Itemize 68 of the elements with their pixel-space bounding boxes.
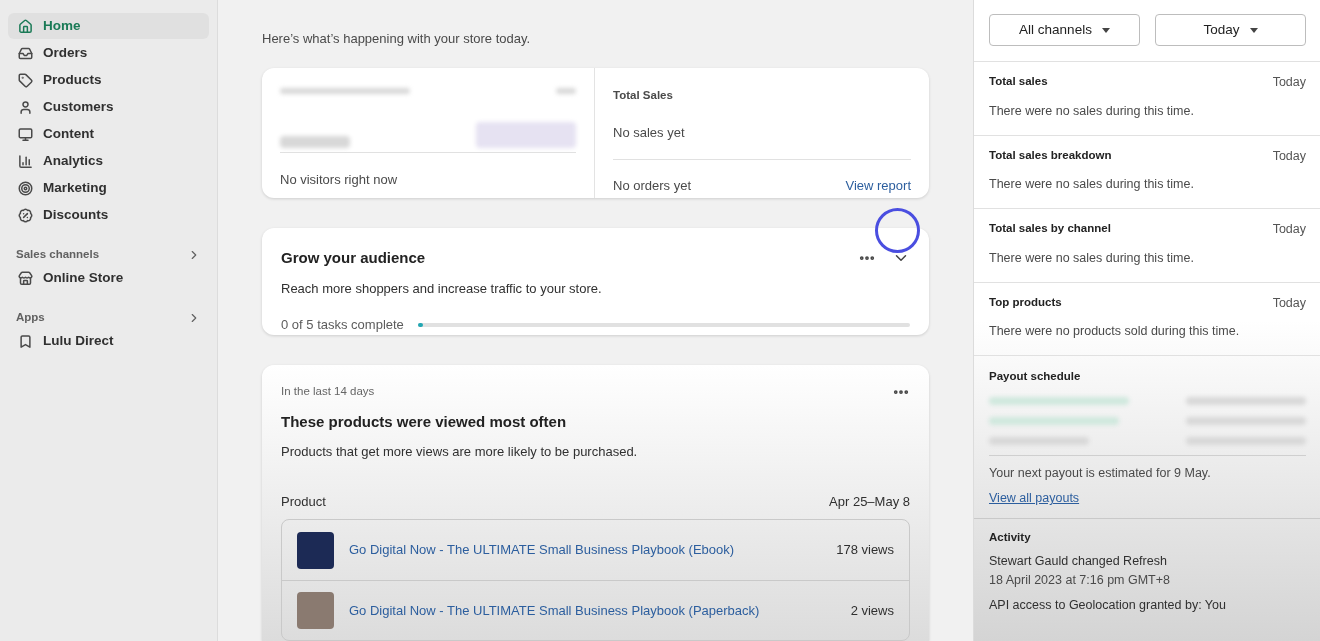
report-message: There were no products sold during this time. (989, 323, 1241, 341)
nav-item[interactable]: Content (8, 121, 209, 147)
nav-item[interactable]: Lulu Direct (8, 328, 209, 354)
tag-icon (18, 72, 33, 88)
section-title: Sales channels (16, 247, 100, 263)
product-link[interactable]: Go Digital Now - The ULTIMATE Small Business Playbook (Paperback) (349, 600, 760, 621)
card-description: Reach more shoppers and increase traffic to your store. (281, 279, 603, 298)
nav-item[interactable]: Analytics (8, 148, 209, 174)
nav-item[interactable]: Discounts (8, 202, 209, 228)
nav-item[interactable]: Customers (8, 94, 209, 120)
activity-time: 18 April 2023 at 7:16 pm GMT+8 (989, 571, 1171, 589)
home-icon (18, 18, 33, 34)
monitor-icon (18, 126, 33, 142)
caret-down-icon (1101, 27, 1110, 33)
nav-item[interactable]: Home (8, 13, 209, 39)
product-thumbnail (297, 531, 334, 569)
card-title: Total Sales (613, 87, 674, 103)
report-title: Top products (989, 294, 1062, 310)
nav-item[interactable]: Products (8, 67, 209, 93)
target-icon (18, 180, 33, 196)
inbox-icon (18, 45, 33, 61)
intro-text: Here’s what’s happening with your store today. (262, 30, 532, 48)
card-title: These products were viewed most often (281, 411, 568, 432)
report-period: Today (1272, 221, 1306, 238)
report-period: Today (1272, 147, 1306, 165)
column-header: Apr 25–May 8 (829, 492, 910, 511)
orders-text: No orders yet (613, 177, 692, 196)
report-title: Total sales by channel (989, 221, 1111, 236)
column-header: Product (281, 492, 326, 511)
person-icon (18, 99, 33, 115)
report-period: Today (1272, 74, 1306, 91)
percent-badge-icon (18, 207, 33, 223)
card-description: Products that get more views are more likely to be purchased. (281, 443, 639, 461)
nav-item[interactable]: Online Store (8, 265, 209, 291)
report-title: Total sales breakdown (989, 147, 1112, 163)
report-period: Today (1272, 294, 1306, 312)
report-message: There were no sales during this time. (989, 249, 1195, 267)
views-text: 178 views (836, 541, 894, 560)
section-title: Activity (989, 529, 1032, 545)
section-title: Payout schedule (989, 369, 1082, 384)
filter-dropdown[interactable]: All channels (989, 14, 1140, 46)
product-link[interactable]: Go Digital Now - The ULTIMATE Small Business Playbook (Ebook) (349, 540, 735, 560)
section-title: Apps (16, 310, 45, 326)
visitors-text: No visitors right now (280, 170, 399, 189)
activity-text: API access to Geolocation granted by: You (989, 596, 1227, 614)
blurred-content (280, 135, 350, 148)
sales-text: No sales yet (613, 123, 686, 142)
caret-down-icon (1249, 27, 1258, 33)
report-message: There were no sales during this time. (989, 176, 1195, 194)
view-report-link[interactable]: View report (845, 176, 911, 196)
activity-text: Stewart Gauld changed Refresh (989, 553, 1168, 570)
payout-message: Your next payout is estimated for 9 May. (989, 465, 1212, 483)
product-thumbnail (297, 592, 334, 629)
nav-item[interactable]: Orders (8, 40, 209, 66)
views-text: 2 views (850, 601, 894, 620)
blurred-content (556, 87, 576, 94)
report-title: Total sales (989, 74, 1048, 89)
bookmark-icon (18, 333, 33, 349)
progress-text: 0 of 5 tasks complete (281, 316, 404, 334)
card-title: Grow your audience (281, 248, 426, 268)
view-payouts-link[interactable]: View all payouts (989, 489, 1306, 508)
filter-dropdown[interactable]: Today (1155, 14, 1306, 46)
cursor-highlight (875, 208, 920, 253)
bar-chart-icon (18, 153, 33, 169)
nav-item[interactable]: Marketing (8, 175, 209, 201)
store-icon (18, 270, 33, 286)
report-message: There were no sales during this time. (989, 102, 1195, 120)
period-text: In the last 14 days (281, 383, 375, 399)
